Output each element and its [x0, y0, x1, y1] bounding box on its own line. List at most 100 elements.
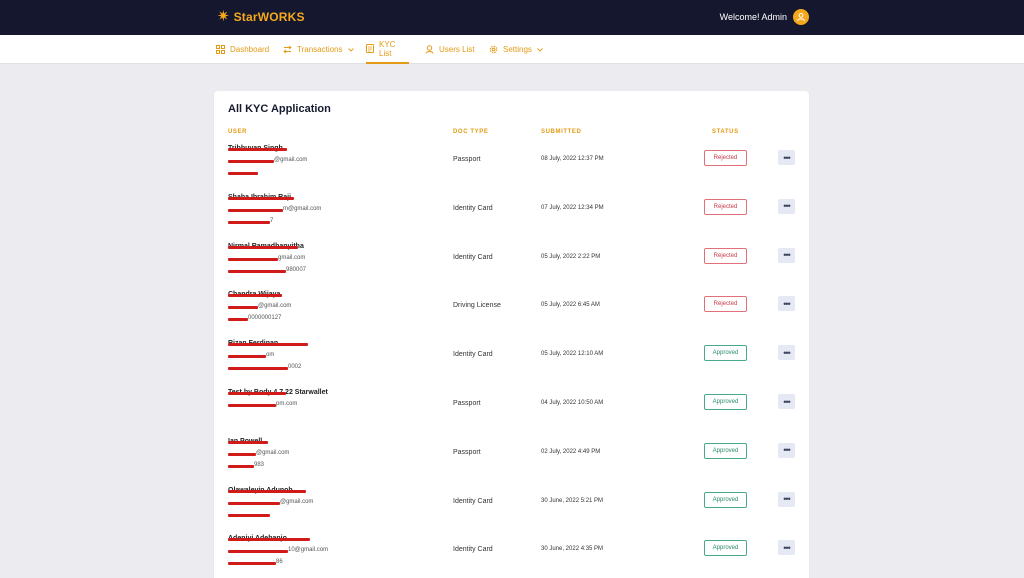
table-row: Shaha Ibrahim Rajim@gmail.com7Identity C… [214, 194, 809, 243]
top-header-bar: ✷ StarWORKS Welcome! Admin [0, 0, 1024, 35]
nav-settings-label: Settings [503, 45, 532, 54]
welcome-text: Welcome! Admin [719, 12, 787, 22]
doc-type: Identity Card [453, 497, 493, 505]
nav-transactions-label: Transactions [297, 45, 343, 54]
status-badge: Rejected [704, 247, 747, 264]
table-row: Olawaleyin Adunoh@gmail.comIdentity Card… [214, 487, 809, 536]
redaction-mark [228, 392, 286, 395]
nav-kyc-list-label: KYC List [379, 39, 396, 58]
more-actions-button[interactable]: ••• [778, 345, 795, 361]
submitted-date: 08 July, 2022 12:37 PM [541, 156, 604, 162]
submitted-date: 05 July, 2022 12:10 AM [541, 351, 604, 358]
kyc-list-icon [366, 44, 374, 53]
dashboard-icon [216, 45, 225, 54]
status-badge: Rejected [704, 296, 747, 313]
redaction-mark [228, 440, 268, 444]
status-badge: Approved [704, 442, 747, 459]
submitted-date: 05 July, 2022 2:22 PM [541, 253, 601, 260]
settings-icon [489, 45, 498, 54]
column-header-status: STATUS [712, 129, 739, 135]
more-dots-icon: ••• [783, 347, 791, 358]
table-row: Tribhuvan Singh@gmail.comPassport08 July… [214, 145, 809, 194]
redaction-mark [228, 318, 248, 322]
redaction-mark [228, 513, 270, 517]
more-actions-button[interactable]: ••• [778, 394, 795, 409]
redaction-mark [228, 501, 280, 505]
redaction-mark [228, 306, 258, 310]
redaction-mark [228, 464, 254, 468]
redaction-mark [228, 452, 256, 456]
table-row: Ian Powell@gmail.com983Passport02 July, … [214, 438, 809, 487]
more-actions-button[interactable]: ••• [778, 296, 795, 312]
redaction-mark [228, 257, 278, 261]
submitted-date: 05 July, 2022 6:45 AM [541, 302, 600, 309]
user-menu[interactable]: Welcome! Admin [720, 9, 809, 25]
nav-settings[interactable]: Settings [489, 35, 543, 64]
redaction-mark [228, 489, 306, 493]
redaction-mark [228, 208, 283, 212]
more-actions-button[interactable]: ••• [778, 491, 795, 507]
more-actions-button[interactable]: ••• [778, 247, 795, 263]
status-badge: Rejected [704, 150, 747, 166]
redaction-mark [228, 269, 286, 273]
redaction-mark [228, 343, 308, 347]
more-dots-icon: ••• [783, 542, 791, 553]
redaction-mark [228, 550, 288, 554]
chevron-down-icon [537, 47, 543, 52]
more-dots-icon: ••• [783, 152, 791, 163]
redaction-mark [228, 367, 288, 371]
more-actions-button[interactable]: ••• [778, 442, 795, 458]
redaction-mark [228, 245, 298, 249]
user-avatar-icon[interactable] [793, 9, 809, 25]
doc-type: Identity Card [453, 546, 493, 554]
doc-type: Driving License [453, 302, 501, 310]
table-row: Chandra Wijaya@gmail.com0000000127Drivin… [214, 291, 809, 340]
more-actions-button[interactable]: ••• [778, 150, 795, 165]
redaction-mark [228, 172, 258, 175]
status-badge: Approved [704, 491, 747, 508]
more-dots-icon: ••• [783, 445, 791, 456]
status-badge: Approved [704, 394, 747, 410]
users-list-icon [425, 45, 434, 54]
doc-type: Passport [453, 400, 481, 407]
table-row: Nirmal Ramadhanyithagmail.com980007Ident… [214, 243, 809, 292]
doc-type: Identity Card [453, 253, 493, 261]
status-badge: Approved [704, 540, 747, 557]
main-navigation: Dashboard Transactions KYC List Users Li… [0, 35, 1024, 64]
redaction-mark [228, 220, 270, 224]
nav-users-list-label: Users List [439, 45, 475, 54]
table-row: Test by Body 4.7.22 Starwalletpm.comPass… [214, 389, 809, 438]
nav-users-list[interactable]: Users List [425, 35, 475, 64]
more-dots-icon: ••• [783, 396, 791, 407]
more-actions-button[interactable]: ••• [778, 198, 795, 214]
redaction-mark [228, 404, 276, 407]
redaction-mark [228, 355, 266, 359]
brand-logo[interactable]: ✷ StarWORKS [217, 8, 305, 25]
submitted-date: 30 June, 2022 5:21 PM [541, 497, 604, 504]
doc-type: Identity Card [453, 351, 493, 359]
more-dots-icon: ••• [783, 494, 791, 505]
redaction-mark [228, 538, 310, 542]
brand-name: StarWORKS [233, 10, 305, 24]
doc-type: Passport [453, 156, 481, 163]
more-dots-icon: ••• [783, 250, 791, 261]
doc-type: Identity Card [453, 204, 493, 212]
nav-dashboard[interactable]: Dashboard [216, 35, 269, 64]
star-logo-icon: ✷ [217, 8, 230, 25]
redaction-mark [228, 148, 287, 151]
column-header-doc-type: DOC TYPE [453, 129, 489, 135]
column-header-user: USER [228, 129, 248, 135]
submitted-date: 07 July, 2022 12:34 PM [541, 204, 604, 211]
status-badge: Rejected [704, 198, 747, 215]
redaction-mark [228, 160, 274, 163]
nav-kyc-list[interactable]: KYC List [366, 35, 409, 64]
more-dots-icon: ••• [783, 201, 791, 212]
more-actions-button[interactable]: ••• [778, 540, 795, 556]
nav-transactions[interactable]: Transactions [283, 35, 354, 64]
submitted-date: 04 July, 2022 10:50 AM [541, 400, 604, 406]
status-badge: Approved [704, 345, 747, 362]
chevron-down-icon [347, 47, 354, 52]
transactions-icon [283, 45, 292, 54]
redaction-mark [228, 294, 282, 298]
submitted-date: 02 July, 2022 4:49 PM [541, 448, 601, 455]
